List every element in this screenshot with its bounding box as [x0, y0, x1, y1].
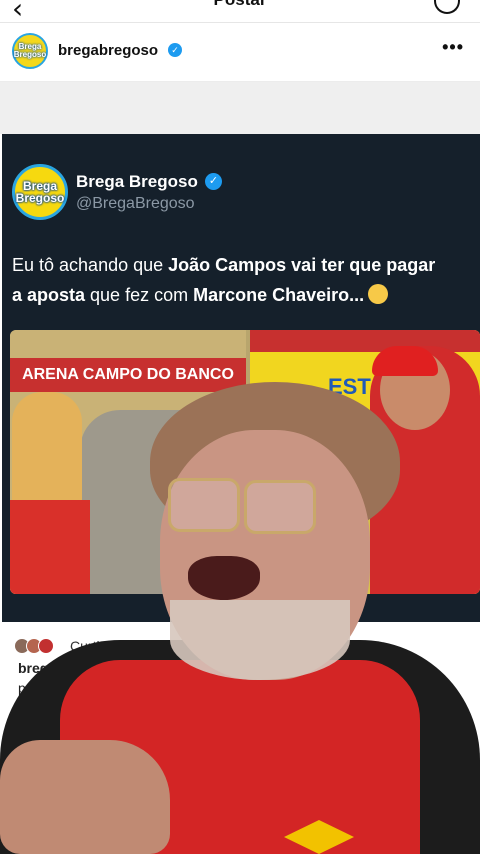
glasses-icon	[168, 478, 240, 532]
tweet-text-bold: João Campos vai ter que pagar	[168, 255, 436, 275]
media-top-padding	[0, 82, 480, 134]
top-bar: ‹ Postar	[0, 0, 480, 25]
username[interactable]: bregabregoso	[58, 42, 158, 59]
hand	[0, 740, 170, 854]
avatar-logo-text: Brega Bregoso	[13, 42, 47, 59]
tweet-avatar-logo-text: Brega Bregoso	[15, 179, 65, 205]
refresh-icon[interactable]	[434, 0, 460, 14]
page-title: Postar	[0, 0, 480, 10]
stadium-sign: ARENA CAMPO DO BANCO	[10, 358, 246, 392]
glasses-icon	[244, 480, 316, 534]
tweet-text-bold: Marcone Chaveiro...	[193, 285, 365, 305]
more-horizontal-icon[interactable]: •••	[442, 37, 464, 58]
tweet-display-name: Brega Bregoso	[76, 172, 198, 191]
beard	[170, 600, 350, 680]
verified-badge-icon: ✓	[205, 173, 222, 190]
mouth	[188, 556, 260, 600]
tweet-text-part: que fez com	[85, 285, 194, 305]
tweet-text: Eu tô achando que João Campos vai ter qu…	[12, 250, 480, 310]
tweet-handle: @BregaBregoso	[76, 195, 195, 212]
tweet-text-bold: a aposta	[12, 285, 86, 305]
smirk-emoji-icon	[368, 284, 389, 304]
tweet-text-part: Eu tô achando que	[12, 255, 169, 275]
avatar[interactable]: Brega Bregoso	[12, 33, 48, 69]
red-cap	[372, 346, 438, 376]
tweet-avatar: Brega Bregoso	[12, 164, 68, 220]
post-header: Brega Bregoso bregabregoso ✓ •••	[0, 23, 480, 82]
verified-badge-icon: ✓	[168, 43, 182, 57]
